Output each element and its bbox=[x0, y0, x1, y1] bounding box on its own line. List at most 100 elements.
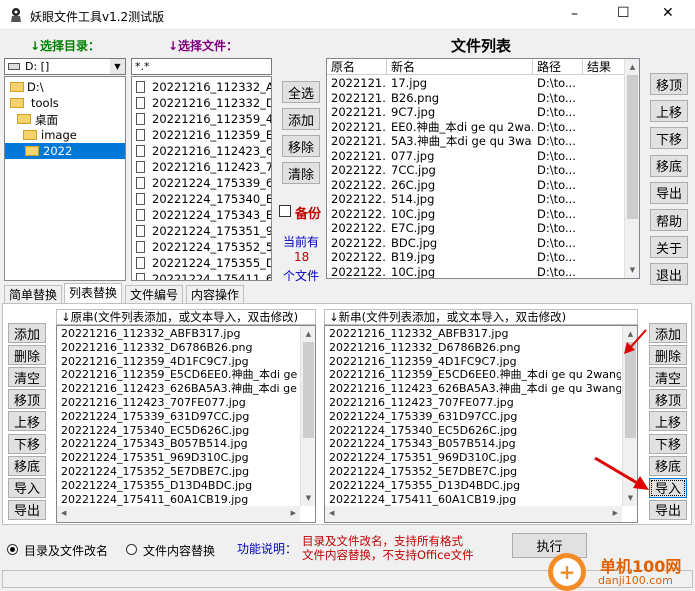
file-table-row[interactable]: 2022122... 26C.jpg D:\to... bbox=[327, 178, 625, 193]
file-list-item[interactable]: 20221216_112423_6 bbox=[132, 143, 271, 159]
file-list-item[interactable]: 20221224_175352_5 bbox=[132, 239, 271, 255]
string-list-item[interactable]: 20221224_175411_60A1CB19.jpg bbox=[57, 493, 299, 507]
move-down-button[interactable]: 下移 bbox=[650, 127, 688, 150]
new-list-delete-button[interactable]: 删除 bbox=[649, 345, 687, 366]
file-table-row[interactable]: 2022121... 9C7.jpg D:\to... bbox=[327, 105, 625, 120]
backup-checkbox[interactable] bbox=[279, 205, 291, 217]
string-list-item[interactable]: 20221216_112359_E5CD6EE0.神曲_本di ge qu 2 bbox=[57, 368, 299, 382]
new-list-move-top-button[interactable]: 移顶 bbox=[649, 389, 687, 410]
file-list-item[interactable]: 20221216_112423_7 bbox=[132, 159, 271, 175]
string-list-item[interactable]: 20221216_112359_E5CD6EE0.神曲_本di ge qu 2w… bbox=[325, 368, 621, 382]
export-button[interactable]: 导出 bbox=[650, 181, 688, 204]
string-list-item[interactable]: 20221216_112423_707FE077.jpg bbox=[57, 396, 299, 410]
tree-item-tools[interactable]: tools bbox=[7, 95, 117, 111]
string-list-item[interactable]: 20221216_112359_4D1FC9C7.jpg bbox=[325, 355, 621, 369]
file-list-item[interactable]: 20221224_175411_6 bbox=[132, 271, 271, 280]
orig-list-clear-button[interactable]: 清空 bbox=[8, 367, 46, 388]
file-table-row[interactable]: 2022121... B26.png D:\to... bbox=[327, 91, 625, 106]
string-list-item[interactable]: 20221216_112332_ABFB317.jpg bbox=[57, 327, 299, 341]
file-list-scrollbar[interactable]: ▲ ▼ bbox=[624, 59, 639, 278]
file-table-row[interactable]: 2022121... 077.jpg D:\to... bbox=[327, 149, 625, 164]
file-table-row[interactable]: 2022121... 17.jpg D:\to... bbox=[327, 76, 625, 91]
string-list-item[interactable]: 20221216_112423_626BA5A3.神曲_本di ge qu 3w… bbox=[325, 382, 621, 396]
scroll-thumb[interactable] bbox=[303, 342, 314, 438]
scroll-left-icon[interactable]: ◀ bbox=[61, 509, 66, 517]
column-original[interactable]: 原名 bbox=[327, 59, 387, 75]
tab-file-number[interactable]: 文件编号 bbox=[125, 285, 184, 303]
column-newname[interactable]: 新名 bbox=[387, 59, 533, 75]
tree-item-desktop[interactable]: 桌面 bbox=[7, 111, 117, 127]
file-list-table[interactable]: 原名 新名 路径 结果 2022121... 17.jpg D:\to... 2022… bbox=[326, 58, 640, 279]
select-all-button[interactable]: 全选 bbox=[282, 81, 320, 103]
string-list-item[interactable]: 20221224_175352_5E7DBE7C.jpg bbox=[57, 465, 299, 479]
string-list-item[interactable]: 20221224_175352_5E7DBE7C.jpg bbox=[325, 465, 621, 479]
file-list-item[interactable]: 20221224_175351_9 bbox=[132, 223, 271, 239]
move-top-button[interactable]: 移顶 bbox=[650, 73, 688, 95]
radio-content[interactable] bbox=[126, 544, 137, 555]
scroll-up-icon[interactable]: ▲ bbox=[625, 59, 639, 75]
new-list-clear-button[interactable]: 清空 bbox=[649, 367, 687, 388]
tree-item-2022[interactable]: 2022 bbox=[5, 143, 125, 159]
remove-file-button[interactable]: 移除 bbox=[282, 135, 320, 157]
exit-button[interactable]: 退出 bbox=[650, 263, 688, 286]
string-list-item[interactable]: 20221224_175355_D13D4BDC.jpg bbox=[325, 479, 621, 493]
file-list-item[interactable]: 20221224_175340_E bbox=[132, 191, 271, 207]
string-list-item[interactable]: 20221224_175351_969D310C.jpg bbox=[57, 451, 299, 465]
orig-list-import-button[interactable]: 导入 bbox=[8, 477, 46, 498]
move-up-button[interactable]: 上移 bbox=[650, 100, 688, 123]
file-table-row[interactable]: 2022122... BDC.jpg D:\to... bbox=[327, 236, 625, 251]
scroll-up-icon[interactable]: ▲ bbox=[301, 326, 315, 342]
scroll-right-icon[interactable]: ▶ bbox=[291, 509, 296, 517]
file-list-item[interactable]: 20221224_175355_D bbox=[132, 255, 271, 271]
string-list-item[interactable]: 20221224_175339_631D97CC.jpg bbox=[57, 410, 299, 424]
file-table-row[interactable]: 2022122... B19.jpg D:\to... bbox=[327, 250, 625, 265]
string-list-item[interactable]: 20221224_175340_EC5D626C.jpg bbox=[325, 424, 621, 438]
file-list-item[interactable]: 20221216_112332_D bbox=[132, 95, 271, 111]
tab-content-ops[interactable]: 内容操作 bbox=[186, 285, 245, 303]
file-table-row[interactable]: 2022122... 10C.jpg D:\to... bbox=[327, 265, 625, 279]
scroll-thumb[interactable] bbox=[627, 75, 638, 219]
close-button[interactable]: ✕ bbox=[662, 5, 674, 21]
orig-hscrollbar[interactable]: ◀ ▶ bbox=[57, 506, 300, 522]
directory-tree[interactable]: D:\ tools 桌面 image 2022 bbox=[4, 76, 126, 281]
orig-list-move-top-button[interactable]: 移顶 bbox=[8, 389, 46, 410]
about-button[interactable]: 关于 bbox=[650, 236, 688, 259]
orig-list-export-button[interactable]: 导出 bbox=[8, 499, 46, 520]
new-list-move-bottom-button[interactable]: 移底 bbox=[649, 455, 687, 476]
file-list-item[interactable]: 20221224_175343_E bbox=[132, 207, 271, 223]
file-table-row[interactable]: 2022122... E7C.jpg D:\to... bbox=[327, 221, 625, 236]
string-list-item[interactable]: 20221224_175411_60A1CB19.jpg bbox=[325, 493, 621, 507]
scroll-right-icon[interactable]: ▶ bbox=[613, 509, 618, 517]
new-list-move-down-button[interactable]: 下移 bbox=[649, 433, 687, 454]
tab-simple-replace[interactable]: 简单替换 bbox=[4, 285, 63, 303]
file-table-row[interactable]: 2022121... EE0.神曲_本di ge qu 2wa... D:\to..… bbox=[327, 120, 625, 135]
string-list-item[interactable]: 20221216_112359_4D1FC9C7.jpg bbox=[57, 355, 299, 369]
string-list-item[interactable]: 20221224_175339_631D97CC.jpg bbox=[325, 410, 621, 424]
clear-files-button[interactable]: 清除 bbox=[282, 162, 320, 184]
string-list-item[interactable]: 20221224_175343_B057B514.jpg bbox=[325, 437, 621, 451]
orig-list-move-down-button[interactable]: 下移 bbox=[8, 433, 46, 454]
file-table-row[interactable]: 2022122... 514.jpg D:\to... bbox=[327, 192, 625, 207]
string-list-item[interactable]: 20221216_112423_626BA5A3.神曲_本di ge qu 3 bbox=[57, 382, 299, 396]
help-button[interactable]: 帮助 bbox=[650, 209, 688, 231]
string-list-item[interactable]: 20221216_112332_D6786B26.png bbox=[57, 341, 299, 355]
maximize-button[interactable]: ☐ bbox=[617, 5, 630, 21]
tree-item-image[interactable]: image bbox=[7, 127, 117, 143]
orig-list-move-bottom-button[interactable]: 移底 bbox=[8, 455, 46, 476]
new-hscrollbar[interactable]: ◀ ▶ bbox=[325, 506, 622, 522]
file-list-item[interactable]: 20221216_112359_4 bbox=[132, 111, 271, 127]
string-list-item[interactable]: 20221216_112423_707FE077.jpg bbox=[325, 396, 621, 410]
scroll-down-icon[interactable]: ▼ bbox=[625, 262, 639, 278]
column-path[interactable]: 路径 bbox=[533, 59, 583, 75]
orig-list-add-button[interactable]: 添加 bbox=[8, 323, 46, 343]
new-list-move-up-button[interactable]: 上移 bbox=[649, 411, 687, 432]
string-list-item[interactable]: 20221224_175343_B057B514.jpg bbox=[57, 437, 299, 451]
new-list-export-button[interactable]: 导出 bbox=[649, 499, 687, 520]
string-list-item[interactable]: 20221216_112332_ABFB317.jpg bbox=[325, 327, 621, 341]
file-table-row[interactable]: 2022122... 7CC.jpg D:\to... bbox=[327, 163, 625, 178]
orig-list-move-up-button[interactable]: 上移 bbox=[8, 411, 46, 432]
scroll-down-icon[interactable]: ▼ bbox=[301, 490, 315, 506]
move-bottom-button[interactable]: 移底 bbox=[650, 154, 688, 177]
file-list-item[interactable]: 20221216_112359_E bbox=[132, 127, 271, 143]
string-list-item[interactable]: 20221224_175355_D13D4BDC.jpg bbox=[57, 479, 299, 493]
